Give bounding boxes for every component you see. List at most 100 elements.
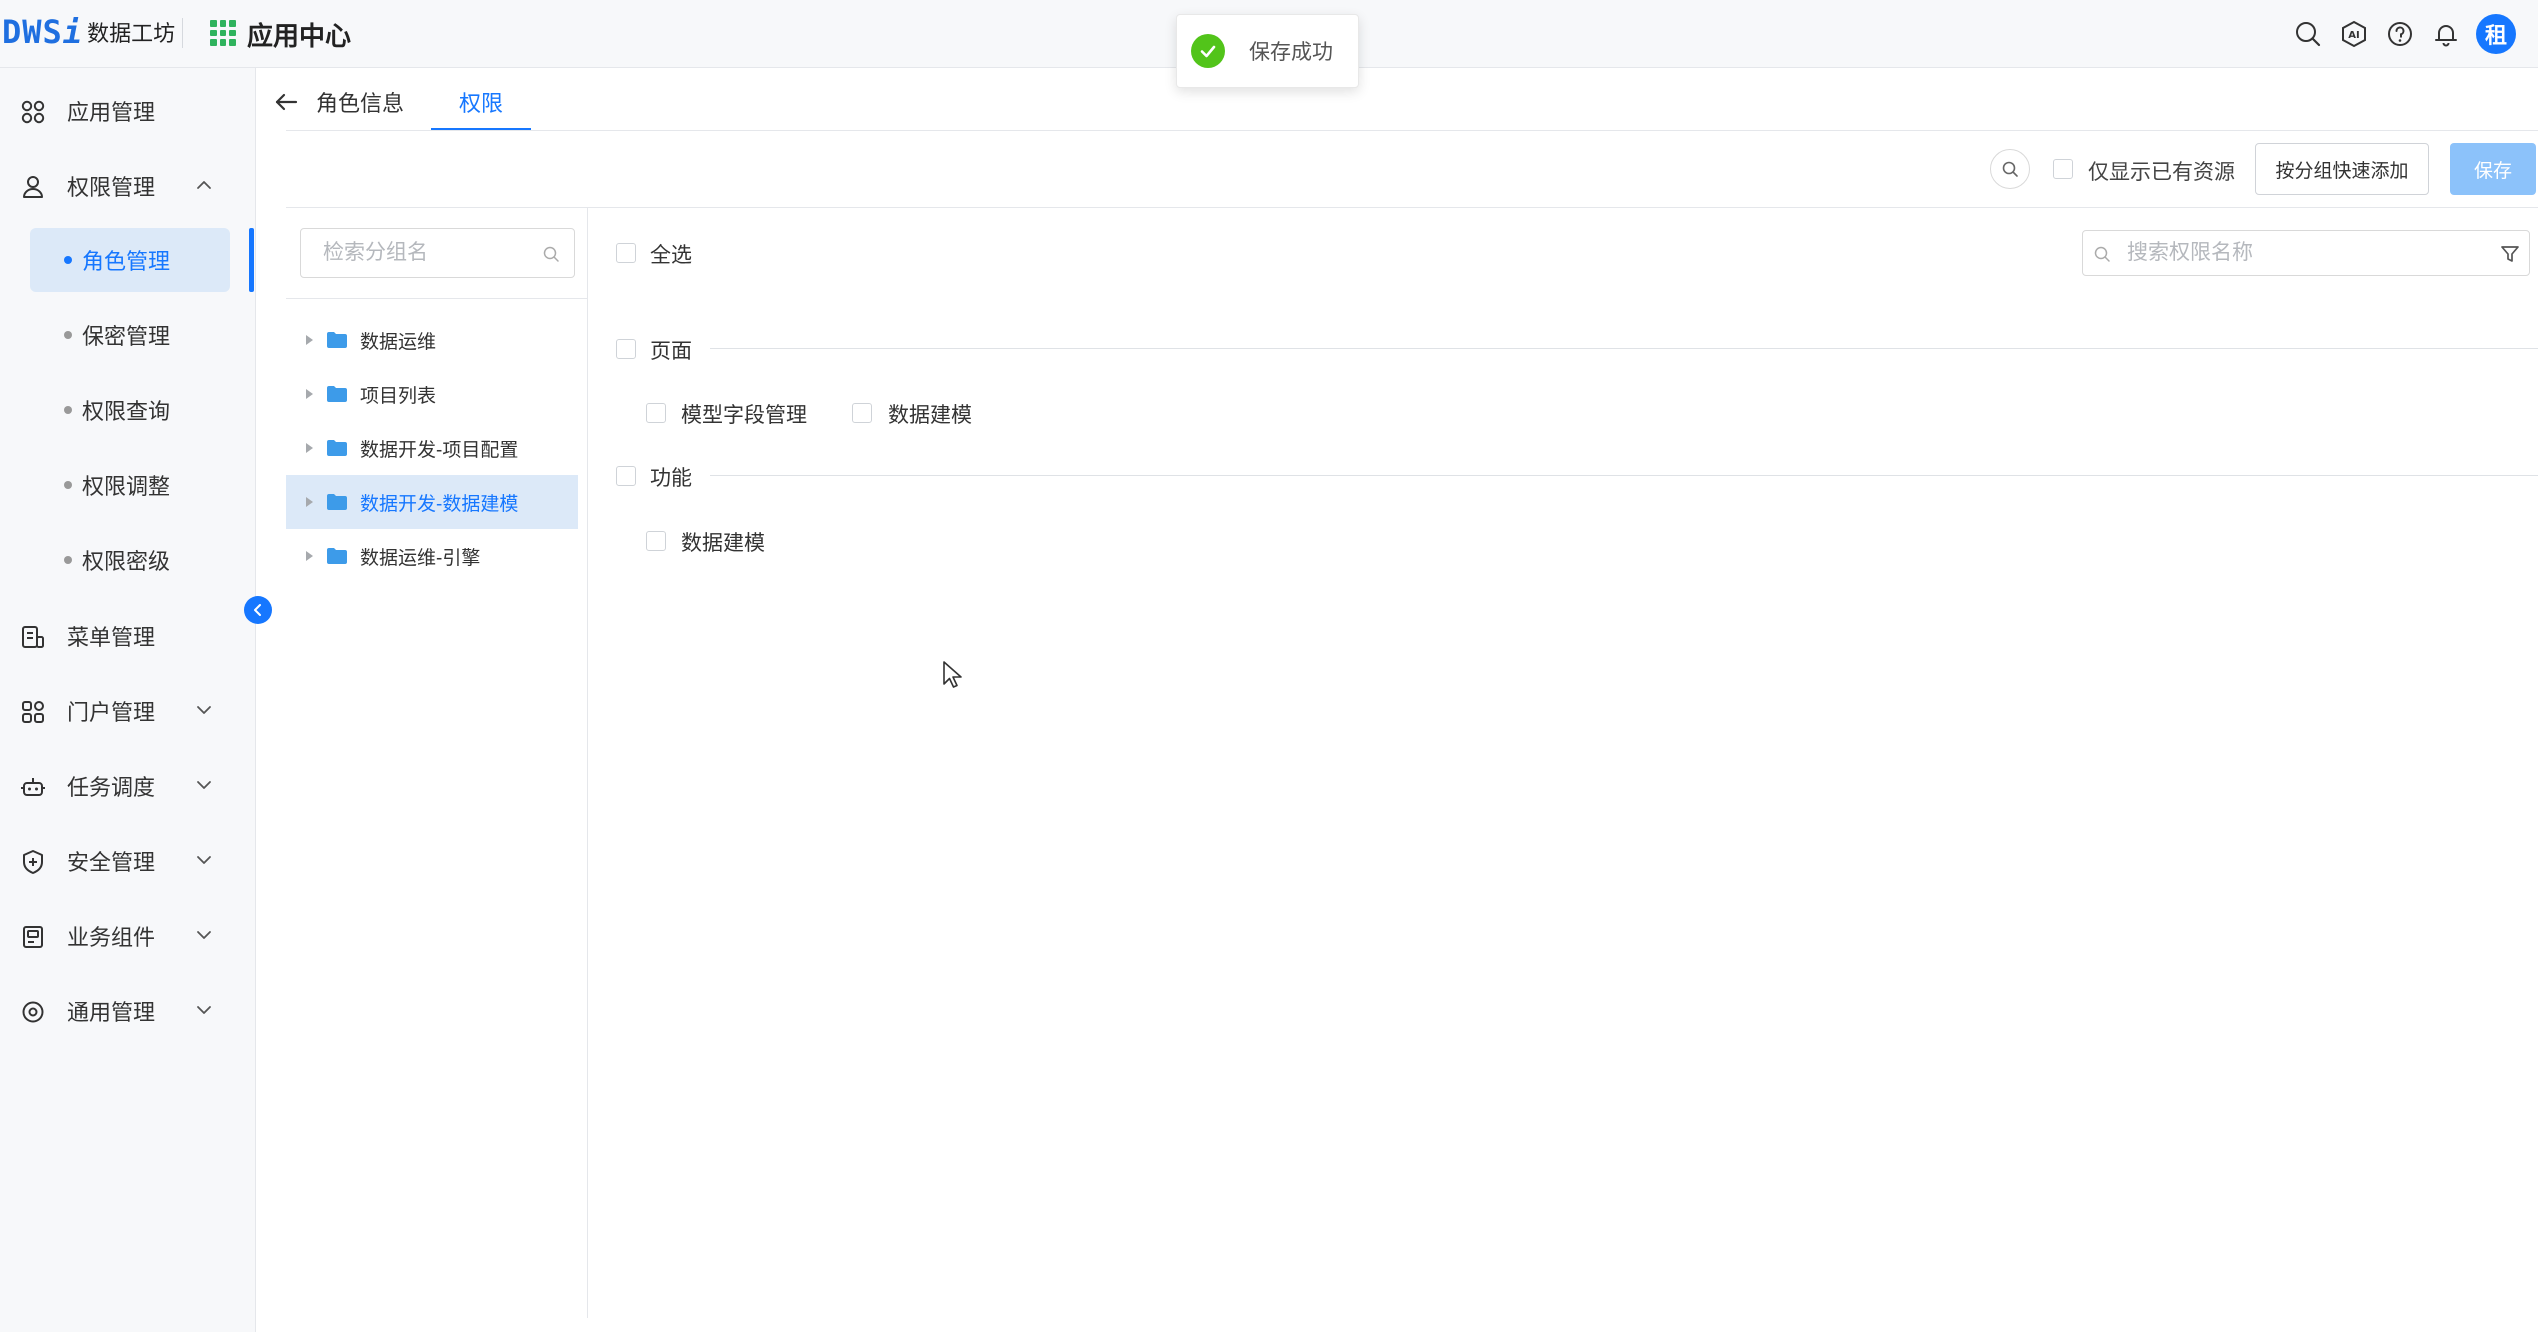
component-icon bbox=[23, 926, 43, 948]
tree-node[interactable]: 数据运维-引擎 bbox=[286, 529, 578, 583]
permission-label: 数据建模 bbox=[888, 404, 972, 427]
app-title: 应用中心 bbox=[247, 21, 352, 51]
permission-search-box bbox=[2082, 230, 2530, 276]
success-toast: 保存成功 bbox=[1176, 14, 1359, 88]
caret-right-icon[interactable] bbox=[306, 443, 313, 453]
sidebar-sub-item-role-management[interactable]: 角色管理 bbox=[30, 228, 230, 292]
sidebar-item-general-management[interactable]: 通用管理 bbox=[0, 981, 256, 1041]
section-checkbox-function[interactable] bbox=[616, 466, 636, 486]
arrow-left-icon[interactable] bbox=[272, 88, 300, 116]
section-divider bbox=[710, 348, 2538, 349]
bell-icon[interactable] bbox=[2430, 15, 2462, 53]
tree-node-label: 项目列表 bbox=[360, 385, 437, 407]
portal-icon bbox=[22, 701, 44, 723]
only-existing-label: 仅显示已有资源 bbox=[2088, 161, 2235, 184]
tree-node-label: 数据开发-数据建模 bbox=[360, 493, 519, 515]
avatar[interactable]: 租 bbox=[2476, 14, 2516, 54]
sidebar-sub-item-secrecy-management[interactable]: 保密管理 bbox=[30, 303, 230, 367]
search-icon[interactable] bbox=[542, 245, 560, 263]
select-all-label: 全选 bbox=[650, 244, 692, 267]
sidebar-item-permission-management[interactable]: 权限管理 bbox=[0, 156, 256, 216]
sidebar-sub-item-label: 权限调整 bbox=[82, 474, 171, 499]
active-indicator bbox=[249, 228, 254, 292]
group-search-input[interactable] bbox=[301, 229, 541, 277]
shield-icon bbox=[23, 850, 43, 874]
app-grid-icon[interactable] bbox=[210, 20, 236, 46]
folder-icon bbox=[327, 440, 347, 456]
permission-toolbar: 仅显示已有资源 按分组快速添加 保存 bbox=[286, 131, 2538, 207]
chevron-left-icon bbox=[254, 604, 261, 616]
section-checkbox-page[interactable] bbox=[616, 339, 636, 359]
caret-right-icon[interactable] bbox=[306, 389, 313, 399]
folder-icon bbox=[327, 332, 347, 348]
search-icon bbox=[2094, 246, 2110, 262]
permission-label: 模型字段管理 bbox=[681, 404, 807, 427]
sidebar-item-security-management[interactable]: 安全管理 bbox=[0, 831, 256, 891]
tab-permissions[interactable]: 权限 bbox=[431, 86, 531, 118]
sidebar-sub-item-permission-query[interactable]: 权限查询 bbox=[30, 378, 230, 442]
chevron-down-icon bbox=[197, 1006, 211, 1014]
search-icon bbox=[2002, 161, 2018, 177]
tree-node[interactable]: 项目列表 bbox=[286, 367, 578, 421]
logo-mark: DWSi bbox=[2, 13, 84, 51]
chevron-down-icon bbox=[197, 706, 211, 714]
sidebar-collapse-button[interactable] bbox=[244, 596, 272, 624]
sidebar-item-label: 门户管理 bbox=[67, 700, 156, 725]
help-icon[interactable] bbox=[2384, 15, 2416, 53]
svg-text:AI: AI bbox=[2348, 30, 2359, 41]
bullet-dot bbox=[64, 481, 72, 489]
filter-icon[interactable] bbox=[2499, 243, 2521, 265]
tab-role-info[interactable]: 角色信息 bbox=[316, 86, 404, 118]
bullet-dot bbox=[64, 331, 72, 339]
tabs-bar: 角色信息 权限 bbox=[258, 68, 2538, 132]
permission-checkbox[interactable] bbox=[646, 403, 666, 423]
sidebar-sub-item-label: 角色管理 bbox=[82, 249, 171, 274]
sidebar-sub-item-permission-adjust[interactable]: 权限调整 bbox=[30, 453, 230, 517]
logo[interactable]: DWSi 数据工坊 bbox=[2, 12, 175, 52]
section-divider bbox=[710, 475, 2538, 476]
menu-icon bbox=[22, 626, 44, 648]
header-divider bbox=[182, 18, 183, 48]
search-button[interactable] bbox=[1990, 149, 2030, 189]
permission-checkbox[interactable] bbox=[646, 531, 666, 551]
chevron-down-icon bbox=[197, 781, 211, 789]
save-button[interactable]: 保存 bbox=[2450, 143, 2536, 195]
tree-node[interactable]: 数据开发-项目配置 bbox=[286, 421, 578, 475]
robot-icon bbox=[21, 778, 45, 796]
sidebar-item-portal-management[interactable]: 门户管理 bbox=[0, 681, 256, 741]
caret-right-icon[interactable] bbox=[306, 497, 313, 507]
section-label-function: 功能 bbox=[650, 467, 692, 490]
sidebar: 应用管理 权限管理 角色管理 保密管理 权限查询 权限调整 权限密级 菜单管理 … bbox=[0, 68, 256, 1332]
caret-right-icon[interactable] bbox=[306, 335, 313, 345]
quick-add-by-group-button[interactable]: 按分组快速添加 bbox=[2255, 143, 2429, 195]
permission-checkbox[interactable] bbox=[852, 403, 872, 423]
search-icon[interactable] bbox=[2292, 15, 2324, 53]
ai-icon[interactable]: AI bbox=[2338, 15, 2370, 53]
sidebar-item-task-scheduling[interactable]: 任务调度 bbox=[0, 756, 256, 816]
header-actions: AI 租 bbox=[2292, 14, 2516, 54]
tree-node-label: 数据运维 bbox=[360, 331, 437, 353]
sidebar-item-label: 权限管理 bbox=[67, 175, 156, 200]
folder-icon bbox=[327, 386, 347, 402]
sidebar-sub-item-permission-level[interactable]: 权限密级 bbox=[30, 528, 230, 592]
mouse-cursor-icon bbox=[943, 661, 962, 688]
sidebar-item-label: 菜单管理 bbox=[67, 625, 156, 650]
chevron-up-icon bbox=[197, 181, 211, 189]
sidebar-item-label: 应用管理 bbox=[67, 100, 156, 125]
bullet-dot bbox=[64, 556, 72, 564]
tree-node-selected[interactable]: 数据开发-数据建模 bbox=[286, 475, 578, 529]
tree-node[interactable]: 数据运维 bbox=[286, 313, 578, 367]
sidebar-sub-item-label: 保密管理 bbox=[82, 324, 171, 349]
sidebar-item-business-components[interactable]: 业务组件 bbox=[0, 906, 256, 966]
caret-right-icon[interactable] bbox=[306, 551, 313, 561]
sidebar-item-menu-management[interactable]: 菜单管理 bbox=[0, 606, 256, 666]
bullet-dot bbox=[64, 256, 72, 264]
sidebar-item-app-management[interactable]: 应用管理 bbox=[0, 81, 256, 141]
only-existing-checkbox[interactable] bbox=[2053, 159, 2073, 179]
group-tree-panel: 数据运维 项目列表 数据开发-项目配置 数据开发-数据建模 数据运维-引擎 bbox=[286, 208, 588, 1318]
check-circle-icon bbox=[1191, 34, 1225, 68]
permission-label: 数据建模 bbox=[681, 532, 765, 555]
select-all-checkbox[interactable] bbox=[616, 243, 636, 263]
permission-search-input[interactable] bbox=[2117, 231, 2487, 275]
tree-divider bbox=[286, 298, 588, 299]
